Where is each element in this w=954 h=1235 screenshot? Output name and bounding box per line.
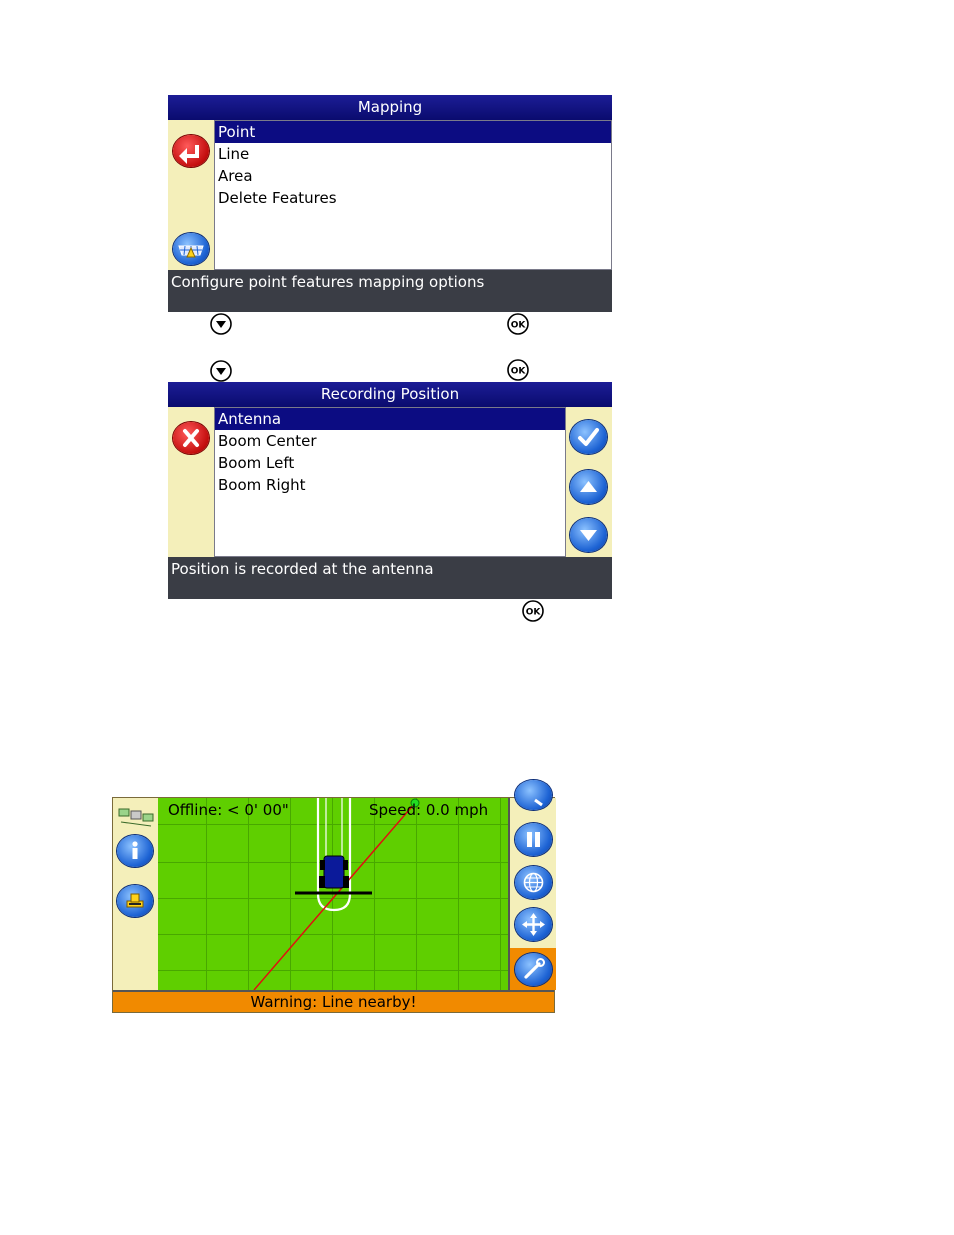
mapping-screen: Mapping Point Line Area Delete Features (168, 95, 612, 312)
back-button[interactable] (173, 135, 209, 167)
vehicle-button[interactable] (117, 885, 153, 917)
mapping-title: Mapping (168, 95, 612, 120)
warning-bar: Warning: Line nearby! (113, 990, 554, 1012)
ok-key-icon: OK (507, 313, 529, 335)
recording-position-screen: Recording Position Antenna Boom Center B… (168, 382, 612, 599)
scroll-down-button[interactable] (570, 518, 607, 552)
list-item-point[interactable]: Point (215, 121, 611, 143)
cancel-button[interactable] (173, 422, 209, 454)
down-arrow-key-icon (210, 313, 232, 335)
guidance-field: Offline: < 0' 00" Speed: 0.0 mph (158, 798, 508, 990)
satellite-icon[interactable] (117, 806, 155, 832)
guidance-left-panel (113, 798, 160, 990)
list-item-delete-features[interactable]: Delete Features (215, 187, 611, 209)
list-item-line[interactable]: Line (215, 143, 611, 165)
recording-status-bar: Position is recorded at the antenna (168, 557, 612, 599)
list-item-antenna[interactable]: Antenna (215, 408, 565, 430)
list-item-boom-right[interactable]: Boom Right (215, 474, 565, 496)
list-item-boom-left[interactable]: Boom Left (215, 452, 565, 474)
zoom-button[interactable] (515, 780, 552, 810)
mapping-list: Point Line Area Delete Features (214, 120, 612, 270)
list-item-boom-center[interactable]: Boom Center (215, 430, 565, 452)
down-arrow-key-icon (210, 360, 232, 382)
recording-title: Recording Position (168, 382, 612, 407)
warning-text: Warning: Line nearby! (250, 993, 417, 1011)
svg-text:OK: OK (526, 608, 542, 618)
pan-button[interactable] (515, 908, 552, 941)
svg-text:OK: OK (511, 321, 527, 331)
list-item-area[interactable]: Area (215, 165, 611, 187)
ok-key-icon: OK (522, 600, 544, 622)
guidance-overlay (253, 798, 420, 990)
globe-button[interactable] (515, 866, 552, 899)
offline-readout: Offline: < 0' 00" (168, 801, 289, 819)
speed-readout: Speed: 0.0 mph (369, 801, 489, 819)
mapping-status-bar: Configure point features mapping options (168, 270, 612, 312)
pause-button[interactable] (515, 823, 552, 856)
svg-text:OK: OK (511, 367, 527, 377)
accept-button[interactable] (570, 420, 607, 454)
info-button[interactable] (117, 835, 153, 867)
recording-list: Antenna Boom Center Boom Left Boom Right (214, 407, 566, 557)
recording-status-text: Position is recorded at the antenna (171, 560, 434, 578)
tools-tab (510, 948, 556, 990)
scroll-up-button[interactable] (570, 470, 607, 504)
ok-key-icon: OK (507, 359, 529, 381)
mapping-options-button[interactable] (173, 233, 209, 265)
guidance-right-panel (508, 780, 556, 990)
mapping-status-text: Configure point features mapping options (171, 273, 485, 291)
tools-button[interactable] (515, 953, 552, 986)
